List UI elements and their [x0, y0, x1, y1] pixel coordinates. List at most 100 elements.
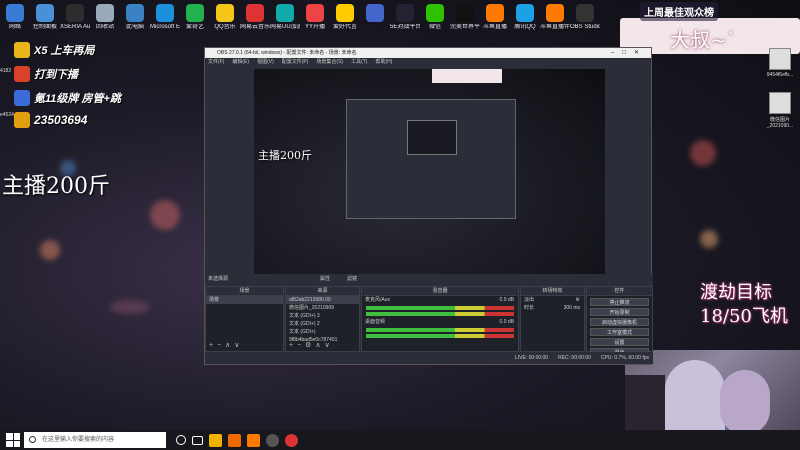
app-glyph-icon: [126, 4, 144, 22]
desktop-app-icon[interactable]: 爱好代言: [330, 2, 360, 42]
rank-badge-icon: [14, 112, 30, 128]
duration-field[interactable]: 时长 300 ms: [521, 304, 584, 312]
desktop-app-icon[interactable]: 斗鱼直播: [480, 2, 510, 42]
file-label: 9454f6efb...: [766, 72, 794, 78]
image-file-icon: [769, 92, 791, 114]
app-glyph-icon: [366, 4, 384, 22]
desktop-app-icon[interactable]: 完美世界平台: [450, 2, 480, 42]
desktop-app-icon[interactable]: 网易云音乐: [240, 2, 270, 42]
bokeh-light: [40, 240, 60, 260]
overlay-rank-4: 23503694: [14, 112, 87, 128]
source-item[interactable]: 文本 (GDI+) 3: [286, 312, 359, 320]
properties-button[interactable]: 属性: [320, 274, 330, 285]
desktop-app-icon[interactable]: [360, 2, 390, 42]
desktop-app-icon[interactable]: OBS Studio: [570, 2, 600, 42]
app-label: 腾讯QQ: [514, 24, 536, 30]
stop-streaming-button[interactable]: 停止推流: [590, 298, 649, 306]
desktop-file-icon[interactable]: 9454f6efb...: [762, 48, 798, 78]
app-label: YY开播: [304, 24, 325, 30]
start-recording-button[interactable]: 开始录制: [590, 308, 649, 316]
app-label: 网络: [8, 24, 21, 30]
app-label: 斗鱼直播: [482, 24, 507, 30]
taskbar-app-icon[interactable]: [228, 433, 241, 447]
window-controls[interactable]: –□✕: [611, 48, 647, 58]
overlay-rank-2: 打到下播: [14, 66, 78, 82]
dock-controls[interactable]: +−⚙∧∨: [289, 341, 334, 349]
start-windows-icon[interactable]: [6, 433, 20, 447]
rank-badge-icon: [14, 42, 30, 58]
bokeh-light: [700, 230, 718, 248]
netease-music-taskbar-icon[interactable]: [285, 433, 298, 447]
desktop-app-icon[interactable]: 回收站: [90, 2, 120, 42]
desktop-app-icon[interactable]: 网易UU加速器: [270, 2, 300, 42]
settings-button[interactable]: 设置: [590, 338, 649, 346]
preview-canvas[interactable]: 主播200斤: [254, 69, 605, 281]
menu-view[interactable]: 视图(V): [257, 58, 274, 67]
desktop-file-icon[interactable]: 微信图片_2021090...: [762, 92, 798, 129]
menu-file[interactable]: 文件(F): [208, 58, 224, 67]
transition-select[interactable]: 淡出 ⚙: [521, 296, 584, 304]
menu-edit[interactable]: 编辑(E): [232, 58, 249, 67]
window-title-bar[interactable]: OBS 27.0.1 (64-bit, windows) - 配置文件: 未命名…: [205, 48, 651, 58]
volume-meter[interactable]: [366, 328, 514, 332]
cpu-status: CPU: 0.7%, 60.00 fps: [600, 355, 649, 361]
source-item[interactable]: 微信图片_20210909: [286, 304, 359, 312]
status-bar: LIVE: 00:00:00 REC: 00:00:00 CPU: 0.7%, …: [205, 352, 653, 364]
window-title: OBS 27.0.1 (64-bit, windows) - 配置文件: 未命名…: [217, 50, 357, 56]
desktop-app-icon[interactable]: YY开播: [300, 2, 330, 42]
app-label: OBS Studio: [570, 24, 600, 30]
menu-help[interactable]: 帮助(H): [375, 58, 392, 67]
app-label: 完美世界平台: [450, 24, 480, 30]
bokeh-light: [150, 200, 180, 230]
desktop-app-icon[interactable]: 微信: [420, 2, 450, 42]
app-glyph-icon: [186, 4, 204, 22]
filters-button[interactable]: 滤镜: [347, 274, 357, 285]
cortana-icon[interactable]: [176, 435, 186, 445]
desktop-app-icon[interactable]: 网络: [0, 2, 30, 42]
desktop-app-icon[interactable]: 爱奇艺: [180, 2, 210, 42]
source-item[interactable]: 文本 (GDI+) 2: [286, 320, 359, 328]
menu-scene-collection[interactable]: 场景集合(S): [316, 58, 343, 67]
desktop-app-icon[interactable]: XSERIA Audio: [60, 2, 90, 42]
volume-meter[interactable]: [366, 312, 514, 316]
dock-title: 来源: [286, 287, 359, 296]
rank-badge-icon: [14, 90, 30, 106]
volume-meter[interactable]: [366, 306, 514, 310]
rank-text: 23503694: [34, 113, 88, 127]
desktop-app-icon[interactable]: QQ音乐: [210, 2, 240, 42]
desktop-app-icon[interactable]: 斗鱼直播伴侣: [540, 2, 570, 42]
scene-item[interactable]: 场景: [206, 296, 283, 304]
app-glyph-icon: [156, 4, 174, 22]
taskbar-app-icon[interactable]: [247, 433, 260, 447]
app-glyph-icon: [306, 4, 324, 22]
bokeh-light: [690, 140, 716, 166]
goal-text-2: 18/50飞机: [700, 306, 788, 327]
menu-tools[interactable]: 工具(T): [351, 58, 367, 67]
obs-window[interactable]: OBS 27.0.1 (64-bit, windows) - 配置文件: 未命名…: [204, 47, 653, 365]
desktop-app-icon[interactable]: 控制面板: [30, 2, 60, 42]
app-glyph-icon: [336, 4, 354, 22]
studio-mode-button[interactable]: 工作室模式: [590, 328, 649, 336]
desktop-app-icon[interactable]: 此电脑: [120, 2, 150, 42]
app-glyph-icon: [66, 4, 84, 22]
app-label: 爱好代言: [332, 24, 357, 30]
volume-meter[interactable]: [366, 334, 514, 338]
virtual-camera-button[interactable]: 启动虚拟摄像机: [590, 318, 649, 326]
desktop-app-icon[interactable]: 5E对战平台: [390, 2, 420, 42]
desktop-app-icon[interactable]: Microsoft Edge: [150, 2, 180, 42]
source-item[interactable]: af82ab2213980.00: [286, 296, 359, 304]
app-label: 斗鱼直播伴侣: [540, 24, 570, 30]
app-glyph-icon: [456, 4, 474, 22]
source-toolbar: 未选择源 属性 滤镜: [205, 274, 653, 285]
desktop-app-icon[interactable]: 腾讯QQ: [510, 2, 540, 42]
taskbar-search-input[interactable]: 在这里输入你要搜索的内容: [24, 432, 166, 448]
nested-weight-text: 主播200斤: [258, 149, 312, 162]
sources-dock: 来源 af82ab2213980.00 微信图片_20210909 文本 (GD…: [285, 286, 360, 352]
taskbar-app-icon[interactable]: [209, 433, 222, 447]
task-view-icon[interactable]: [192, 435, 203, 445]
obs-taskbar-icon[interactable]: [266, 433, 279, 447]
dock-controls[interactable]: +−∧∨: [209, 341, 243, 349]
overlay-weight-text: 主播200斤: [2, 174, 110, 199]
source-item[interactable]: 文本 (GDI+): [286, 328, 359, 336]
menu-profile[interactable]: 配置文件(P): [282, 58, 309, 67]
